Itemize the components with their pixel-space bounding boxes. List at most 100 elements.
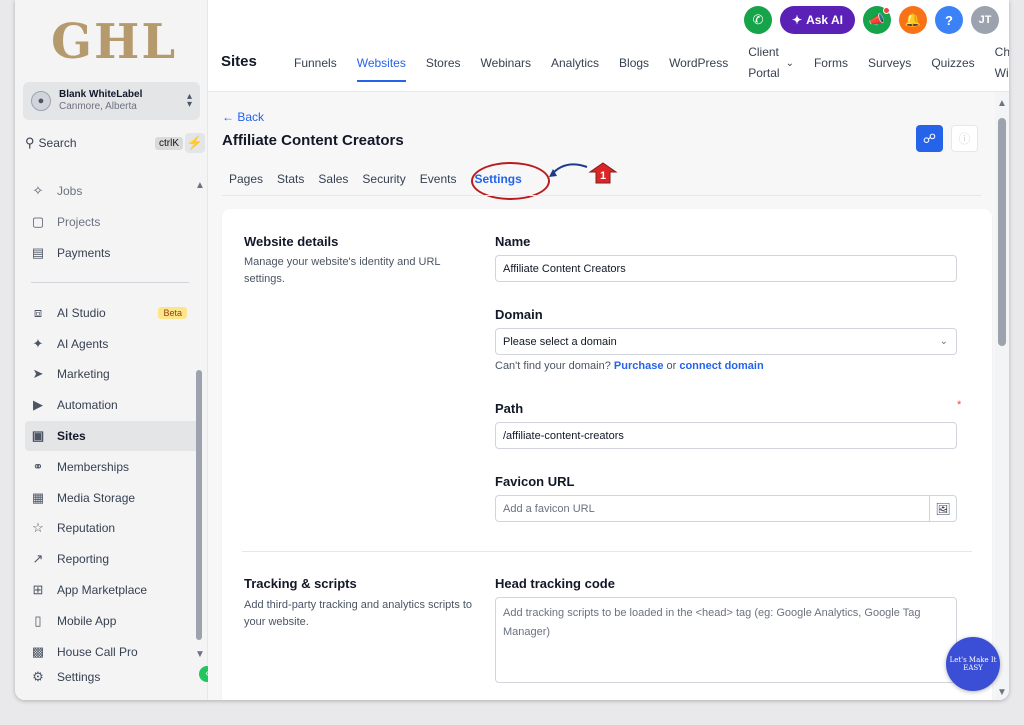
connect-domain-link[interactable]: connect domain	[679, 360, 763, 372]
share-button[interactable]: ☍	[916, 125, 943, 152]
trend-icon: ↗	[32, 551, 44, 567]
sidebar-item-ai-studio[interactable]: ⧈ AI Studio Beta	[25, 297, 195, 328]
image-upload-icon[interactable]: 🖼	[929, 496, 956, 521]
ai-studio-icon: ⧈	[33, 304, 43, 320]
sidebar-item-sites[interactable]: ▣ Sites	[25, 420, 200, 452]
projects-icon: ▢	[31, 214, 45, 230]
chevron-down-icon: ⌄	[785, 57, 794, 69]
path-input[interactable]: /affiliate-content-creators	[495, 422, 957, 449]
sidebar-item-reporting[interactable]: ↗ Reporting	[25, 544, 195, 575]
mobile-icon: ▯	[34, 612, 42, 628]
main-content: ← Back Affiliate Content Creators ☍ ⓘ Pa…	[208, 92, 995, 700]
search-shortcut: ctrlK	[155, 136, 183, 150]
sidebar-item-ai-agents[interactable]: ✦ AI Agents	[25, 328, 195, 359]
sidebar-item-app-marketplace[interactable]: ⊞ App Marketplace	[25, 575, 195, 606]
purchase-link[interactable]: Purchase	[614, 360, 664, 372]
tab-analytics[interactable]: Analytics	[551, 40, 599, 86]
tab-wordpress[interactable]: WordPress	[669, 40, 728, 86]
subtab-security[interactable]: Security	[362, 172, 405, 186]
head-tracking-textarea[interactable]: Add tracking scripts to be loaded in the…	[495, 597, 957, 683]
sidebar-search[interactable]: ⚲ Search ctrlK	[25, 132, 183, 154]
app-window: GHL ● Blank WhiteLabel Canmore, Alberta …	[15, 0, 1009, 700]
domain-label: Domain	[495, 307, 543, 322]
tab-forms[interactable]: Forms	[814, 40, 848, 86]
payments-icon: ▤	[31, 244, 45, 260]
scroll-down-icon[interactable]: ▼	[195, 649, 205, 660]
name-input[interactable]: Affiliate Content Creators	[495, 255, 957, 282]
top-header: ✆ ✦ Ask AI 📣 🔔 ? JT Sites Funnels Websit…	[208, 0, 1009, 92]
section-divider	[242, 551, 972, 552]
subtab-pages[interactable]: Pages	[229, 172, 263, 186]
tab-funnels[interactable]: Funnels	[294, 40, 337, 86]
sidebar-item-label: House Call Pro	[57, 644, 138, 659]
sidebar-item-payments[interactable]: ▤ Payments	[25, 238, 195, 269]
subtab-sales[interactable]: Sales	[318, 172, 348, 186]
scroll-up-icon[interactable]: ▲	[195, 180, 205, 191]
back-label: Back	[237, 110, 265, 124]
sidebar-item-settings[interactable]: ⚙ Settings	[25, 667, 195, 687]
section-title: Sites	[221, 53, 257, 70]
bell-icon[interactable]: 🔔	[899, 6, 927, 34]
sidebar-item-marketing[interactable]: ➤ Marketing	[25, 359, 195, 390]
tab-chat-widget[interactable]: Cha Wid	[995, 40, 1009, 86]
domain-select[interactable]: Please select a domain ⌄	[495, 328, 957, 355]
account-name: Blank WhiteLabel	[59, 89, 143, 100]
watermark-badge: Let's Make It EASY	[946, 637, 1000, 691]
tab-surveys[interactable]: Surveys	[868, 40, 911, 86]
tab-label-line1: Client	[748, 45, 779, 59]
subtab-events[interactable]: Events	[420, 172, 457, 186]
sidebar-item-automation[interactable]: ▶ Automation	[25, 390, 195, 421]
sidebar-item-jobs[interactable]: ✧ Jobs	[25, 176, 195, 207]
sidebar-item-label: Payments	[57, 245, 111, 260]
sidebar-item-label: Sites	[57, 428, 86, 443]
user-avatar[interactable]: JT	[971, 6, 999, 34]
account-location: Canmore, Alberta	[59, 101, 137, 112]
tab-quizzes[interactable]: Quizzes	[931, 40, 974, 86]
subtab-stats[interactable]: Stats	[277, 172, 304, 186]
sidebar-item-label: Media Storage	[57, 490, 136, 505]
tab-blogs[interactable]: Blogs	[619, 40, 649, 86]
sidebar-item-projects[interactable]: ▢ Projects	[25, 207, 195, 238]
scroll-down-icon[interactable]: ▼	[995, 687, 1009, 698]
sidebar-scroll-thumb[interactable]	[196, 370, 202, 640]
quick-actions-bolt-icon[interactable]: ⚡	[185, 133, 205, 153]
sparkle-icon: ✦	[792, 13, 803, 27]
tab-websites[interactable]: Websites	[356, 40, 406, 86]
automation-icon: ▶	[33, 397, 43, 413]
sidebar-item-label: Memberships	[57, 459, 130, 474]
sidebar-item-label: Jobs	[57, 184, 83, 199]
chevron-down-icon: ⌄	[939, 336, 948, 347]
tab-stores[interactable]: Stores	[426, 40, 461, 86]
sidebar-item-label: Mobile App	[57, 613, 117, 628]
info-button[interactable]: ⓘ	[951, 125, 978, 152]
sidebar-item-media-storage[interactable]: ▦ Media Storage	[25, 482, 195, 513]
scroll-up-icon[interactable]: ▲	[995, 98, 1009, 109]
sidebar-item-memberships[interactable]: ⚭ Memberships	[25, 451, 195, 482]
website-details-title: Website details	[244, 234, 339, 249]
tab-label-line2: Portal	[748, 66, 780, 80]
arrow-left-icon: ←	[222, 110, 234, 124]
back-link[interactable]: ← Back	[222, 110, 264, 124]
phone-icon[interactable]: ✆	[744, 6, 773, 34]
help-icon[interactable]: ?	[935, 6, 963, 34]
sidebar-item-label: Automation	[57, 398, 118, 413]
ai-agents-icon: ✦	[32, 335, 44, 351]
name-label: Name	[495, 234, 531, 249]
sidebar-item-house-call-pro[interactable]: ▩ House Call Pro	[25, 636, 195, 667]
tab-label-line1: Cha	[994, 45, 1009, 59]
sidebar-item-mobile-app[interactable]: ▯ Mobile App	[25, 605, 195, 636]
main-scrollbar[interactable]: ▲ ▼	[995, 92, 1009, 700]
sidebar-item-reputation[interactable]: ☆ Reputation	[25, 513, 195, 544]
briefcase-icon: ▩	[31, 643, 45, 659]
sidebar-scrollbar[interactable]: ▲ ▼	[195, 180, 205, 660]
megaphone-icon[interactable]: 📣	[863, 6, 891, 34]
tab-webinars[interactable]: Webinars	[481, 40, 531, 86]
sidebar-item-label: Reporting	[57, 552, 110, 567]
tab-client-portal[interactable]: Client Portal ⌄	[748, 40, 794, 86]
favicon-placeholder: Add a favicon URL	[503, 502, 595, 515]
ask-ai-button[interactable]: ✦ Ask AI	[780, 6, 855, 34]
account-switcher[interactable]: ● Blank WhiteLabel Canmore, Alberta ▴ ▾	[23, 82, 200, 120]
domain-select-value: Please select a domain	[503, 335, 617, 348]
main-scroll-thumb[interactable]	[998, 118, 1006, 346]
favicon-input[interactable]: Add a favicon URL 🖼	[495, 495, 957, 522]
